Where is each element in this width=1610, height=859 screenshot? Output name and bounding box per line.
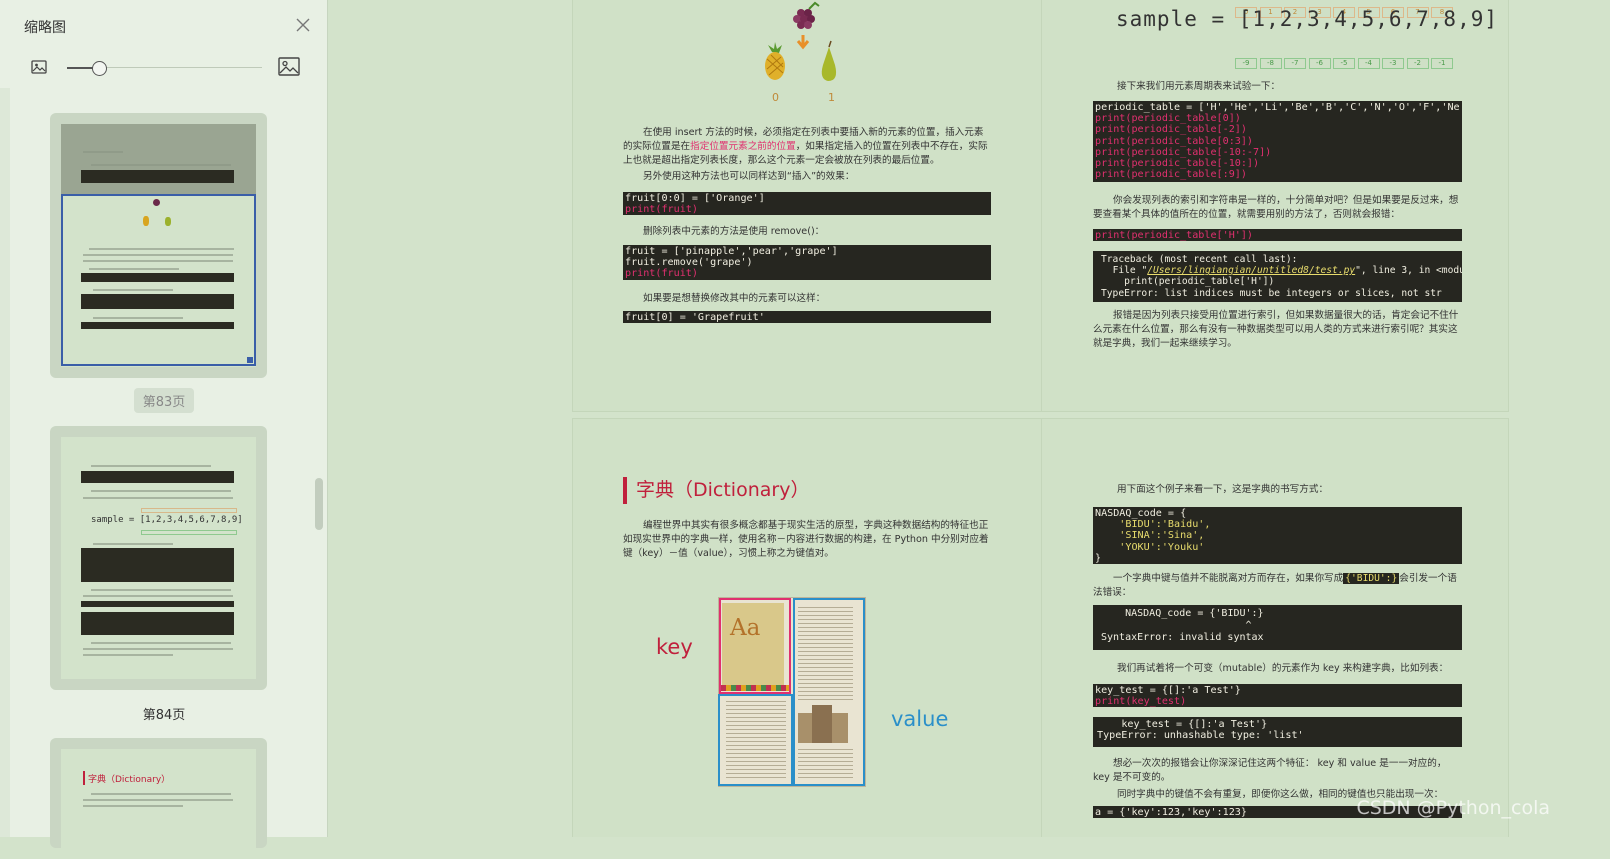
- value-label: value: [891, 707, 949, 731]
- dict-syntax-intro: 用下面这个例子来看一下，这是字典的书写方式：: [1117, 484, 1329, 495]
- document-view: 0 1 在使用 insert 方法的时候，必须指定在列表中要插入新的元素的位置，…: [328, 0, 1610, 837]
- sidebar-left-strip: [0, 88, 10, 837]
- thumbnail-page-83[interactable]: [50, 113, 267, 378]
- sidebar-header: 缩略图: [0, 0, 328, 52]
- thumbnail-sidebar: 缩略图 第83页 sample = [1,2,3,4,5,6,7,8,9] 第8…: [0, 0, 328, 859]
- page-spread-83: 0 1 在使用 insert 方法的时候，必须指定在列表中要插入新的元素的位置，…: [572, 0, 1509, 412]
- grape-icon: [793, 1, 820, 29]
- code-index-lookup: print(periodic_table['H']): [1093, 229, 1462, 241]
- code-slice-insert: fruit[0:0] = ['Orange'] print(fruit): [623, 192, 991, 215]
- key-traits-text: 想必一次次的报错会让你深深记住这两个特征： key 和 value 是一一对应的…: [1093, 758, 1447, 784]
- dictionary-book-image: Aa: [718, 597, 866, 787]
- periodic-intro: 接下来我们用元素周期表来试验一下：: [1117, 81, 1281, 92]
- key-label: key: [656, 635, 693, 659]
- syntax-error-output: NASDAQ_code = {'BIDU':} ^ SyntaxError: i…: [1093, 605, 1462, 650]
- code-key-test: key_test = {[]:'a Test'} print(key_test): [1093, 684, 1462, 707]
- code-replace: fruit[0] = 'Grapefruit': [623, 311, 991, 323]
- sidebar-scrollbar[interactable]: [315, 478, 323, 530]
- watermark: CSDN @Python_cola: [1356, 797, 1550, 819]
- page-label-84: 第84页: [142, 708, 186, 723]
- mutable-key-text: 我们再试着将一个可变（mutable）的元素作为 key 来构建字典，比如列表：: [1117, 663, 1449, 674]
- code-nasdaq-dict: NASDAQ_code = { 'BIDU':'Baidu', 'SINA':'…: [1093, 507, 1462, 564]
- zoom-slider-knob[interactable]: [92, 61, 107, 76]
- code-periodic-table: periodic_table = ['H','He','Li','Be','B'…: [1093, 101, 1462, 182]
- key-value-text: 一个字典中键与值并不能脱离对方而存在，如果你写成 {'BIDU':} 会引发一个语法…: [1093, 573, 1457, 599]
- replace-text: 如果要是想替换修改其中的元素可以这样：: [643, 293, 826, 304]
- fruit-index-1: 1: [828, 91, 835, 104]
- traceback-output: Traceback (most recent call last): File …: [1093, 251, 1462, 302]
- large-image-icon[interactable]: [277, 55, 301, 79]
- sample-list: sample = [1,2,3,4,5,6,7,8,9]: [1116, 7, 1499, 31]
- thumbnail-page-85[interactable]: 字典（Dictionary）: [50, 738, 267, 859]
- page-label-83: 第83页: [0, 388, 328, 413]
- insert-explanation: 在使用 insert 方法的时候，必须指定在列表中要插入新的元素的位置，插入元素…: [623, 127, 988, 167]
- sidebar-title: 缩略图: [24, 20, 66, 36]
- negative-index-row: -9 -8 -7 -6 -5 -4 -3 -2 -1: [1235, 50, 1456, 69]
- fruit-illustration: [765, 1, 837, 81]
- index-lookup-text: 你会发现列表的索引和字符串是一样的，十分简单对吧？但是如果要是反过来，想要查看某…: [1093, 195, 1459, 221]
- unhashable-error-output: key_test = {[]:'a Test'} TypeError: unha…: [1093, 717, 1462, 747]
- close-icon[interactable]: [293, 15, 313, 35]
- page-spread-84: 字典（Dictionary） 编程世界中其实有很多概念都基于现实生活的原型，字典…: [572, 418, 1509, 837]
- thumbnail-page-83-preview: [61, 124, 256, 367]
- dictionary-motivation: 报错是因为列表只接受用位置进行索引，但如果数据量很大的话，肯定会记不住什么元素在…: [1093, 310, 1459, 350]
- arrow-down-icon: [796, 35, 810, 50]
- slice-insert-text: 另外使用这种方法也可以同样达到“插入”的效果：: [643, 171, 855, 182]
- small-image-icon[interactable]: [28, 56, 50, 78]
- thumbnail-page-85-preview: 字典（Dictionary）: [61, 749, 256, 859]
- fruit-index-0: 0: [772, 91, 779, 104]
- thumbnail-85-heading: 字典（Dictionary）: [88, 775, 171, 785]
- dictionary-intro: 编程世界中其实有很多概念都基于现实生活的原型，字典这种数据结构的特征也正如现实世…: [623, 520, 989, 560]
- thumbnail-page-84[interactable]: sample = [1,2,3,4,5,6,7,8,9]: [50, 426, 267, 690]
- section-title-dictionary: 字典（Dictionary）: [623, 477, 809, 504]
- pineapple-icon: [765, 42, 785, 80]
- remove-text: 删除列表中元素的方法是使用 remove()：: [643, 226, 825, 237]
- thumbnail-page-84-preview: sample = [1,2,3,4,5,6,7,8,9]: [61, 437, 256, 679]
- pear-icon: [821, 40, 837, 81]
- code-remove: fruit = ['pinapple','pear','grape'] frui…: [623, 245, 991, 280]
